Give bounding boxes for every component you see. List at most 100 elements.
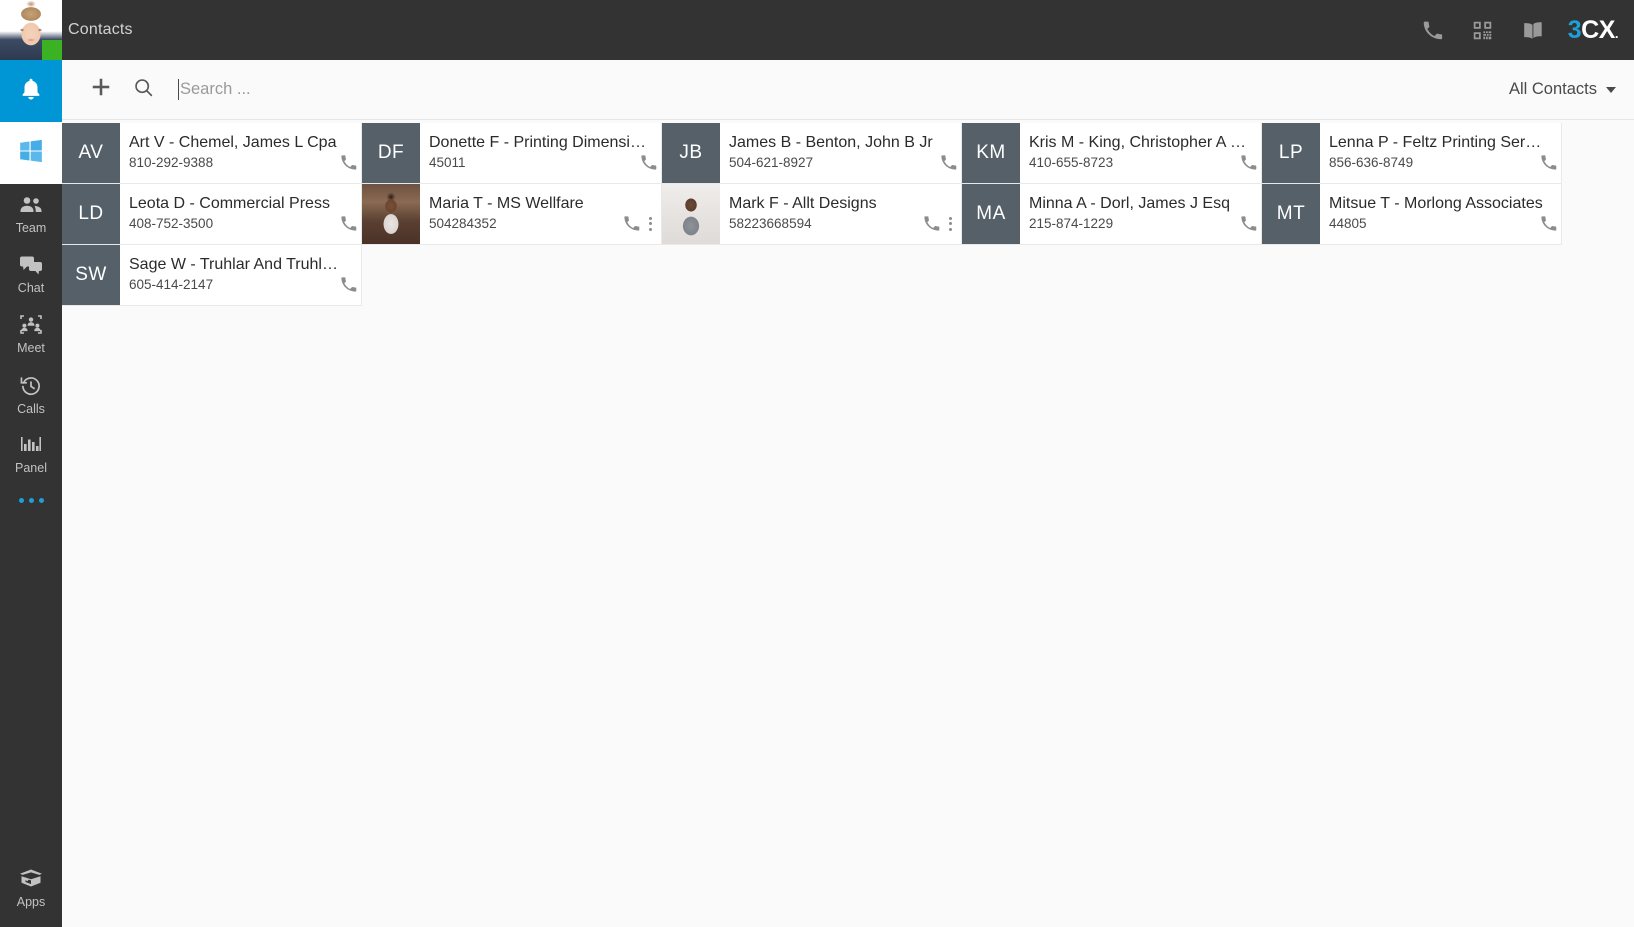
contact-card-body: Lenna P - Feltz Printing Ser… 856-636-874… xyxy=(1320,123,1561,183)
sidebar-item-label: Apps xyxy=(16,895,46,909)
sidebar-item-chat[interactable]: Chat xyxy=(0,244,62,304)
contact-card-body: Art V - Chemel, James L Cpa 810-292-9388 xyxy=(120,123,361,183)
contact-sub-row: 605-414-2147 xyxy=(129,275,357,295)
page-title: Contacts xyxy=(68,21,133,38)
contact-card-body: Maria T - MS Wellfare 504284352 xyxy=(420,184,661,244)
contact-card[interactable]: Maria T - MS Wellfare 504284352 xyxy=(362,184,662,245)
contacts-scroll-area[interactable]: AV Art V - Chemel, James L Cpa 810-292-938… xyxy=(62,120,1634,927)
sidebar-item-apps[interactable]: Apps xyxy=(0,868,62,927)
contact-name: Sage W - Truhlar And Truhl… xyxy=(129,256,338,274)
add-contact-button[interactable] xyxy=(80,69,122,111)
more-dots-icon[interactable] xyxy=(0,484,62,517)
contact-card-actions xyxy=(922,215,957,234)
top-bar: Contacts 3 CX. xyxy=(0,0,1634,60)
phone-icon[interactable] xyxy=(1418,15,1448,45)
call-phone-icon[interactable] xyxy=(339,276,357,294)
filter-label: All Contacts xyxy=(1508,80,1597,98)
qr-code-icon[interactable] xyxy=(1468,15,1498,45)
contact-number: 856-636-8749 xyxy=(1329,155,1414,171)
contact-card[interactable]: MA Minna A - Dorl, James J Esq 215-874-122… xyxy=(962,184,1262,245)
dot xyxy=(648,222,652,226)
plus-icon xyxy=(90,76,112,103)
3cx-logo: 3 CX. xyxy=(1568,16,1624,45)
top-bar-actions: 3 CX. xyxy=(1418,15,1634,45)
contact-name: Kris M - King, Christopher A … xyxy=(1029,134,1246,152)
call-phone-icon[interactable] xyxy=(922,215,940,233)
contact-number: 504-621-8927 xyxy=(729,155,814,171)
contact-card[interactable]: SW Sage W - Truhlar And Truhl… 605-414-214… xyxy=(62,245,362,306)
contact-avatar-photo xyxy=(662,184,720,244)
contact-card-body: James B - Benton, John B Jr 504-621-8927 xyxy=(720,123,961,183)
sidebar-item-panel[interactable]: Panel xyxy=(0,424,62,484)
contact-avatar-initials: LD xyxy=(62,184,120,244)
call-phone-icon[interactable] xyxy=(622,215,640,233)
contact-number: 58223668594 xyxy=(729,216,812,232)
user-profile-photo[interactable] xyxy=(0,0,62,60)
contact-number: 410-655-8723 xyxy=(1029,155,1114,171)
contact-more-menu-icon[interactable] xyxy=(943,215,957,233)
contact-card-actions xyxy=(339,154,357,173)
sidebar-item-notifications[interactable] xyxy=(0,60,62,122)
dot xyxy=(28,497,34,503)
contact-card[interactable]: LP Lenna P - Feltz Printing Ser… 856-636-8… xyxy=(1262,123,1562,184)
sidebar-item-windows[interactable] xyxy=(0,122,62,184)
contact-number: 215-874-1229 xyxy=(1029,216,1114,232)
contact-sub-row: 810-292-9388 xyxy=(129,153,357,173)
call-phone-icon[interactable] xyxy=(1539,154,1557,172)
contact-card-actions xyxy=(622,215,657,234)
contact-sub-row: 58223668594 xyxy=(729,214,957,234)
search-icon xyxy=(133,77,154,103)
search-input[interactable] xyxy=(180,80,600,99)
dot xyxy=(38,497,44,503)
contact-card[interactable]: AV Art V - Chemel, James L Cpa 810-292-938… xyxy=(62,123,362,184)
contact-number: 605-414-2147 xyxy=(129,277,214,293)
contact-number: 810-292-9388 xyxy=(129,155,214,171)
contact-card[interactable]: KM Kris M - King, Christopher A … 410-655-… xyxy=(962,123,1262,184)
contact-sub-row: 44805 xyxy=(1329,214,1557,234)
contact-card-body: Kris M - King, Christopher A … 410-655-87… xyxy=(1020,123,1261,183)
contact-name: Art V - Chemel, James L Cpa xyxy=(129,134,337,152)
contact-avatar-initials: SW xyxy=(62,245,120,305)
contact-number: 44805 xyxy=(1329,216,1367,232)
contact-sub-row: 45011 xyxy=(429,153,657,173)
contacts-toolbar: All Contacts xyxy=(62,60,1634,120)
contact-card[interactable]: LD Leota D - Commercial Press 408-752-3500 xyxy=(62,184,362,245)
dot xyxy=(948,227,952,231)
apps-box-icon xyxy=(18,868,44,893)
sidebar-item-team[interactable]: Team xyxy=(0,184,62,244)
contact-name: Minna A - Dorl, James J Esq xyxy=(1029,195,1230,213)
call-phone-icon[interactable] xyxy=(1239,154,1257,172)
contact-avatar-initials: KM xyxy=(962,123,1020,183)
contact-card-body: Minna A - Dorl, James J Esq 215-874-1229 xyxy=(1020,184,1261,244)
sidebar-item-calls[interactable]: Calls xyxy=(0,364,62,425)
dot xyxy=(648,227,652,231)
call-phone-icon[interactable] xyxy=(339,215,357,233)
call-phone-icon[interactable] xyxy=(1239,215,1257,233)
contact-card-body: Mark F - Allt Designs 58223668594 xyxy=(720,184,961,244)
logo-cx: CX xyxy=(1581,15,1615,44)
phonebook-icon[interactable] xyxy=(1518,15,1548,45)
sidebar-item-meet[interactable]: Meet xyxy=(0,303,62,364)
contacts-filter-dropdown[interactable]: All Contacts xyxy=(1505,80,1620,99)
contact-card[interactable]: Mark F - Allt Designs 58223668594 xyxy=(662,184,962,245)
chat-icon xyxy=(19,255,43,280)
contact-sub-row: 215-874-1229 xyxy=(1029,214,1257,234)
contact-name: Donette F - Printing Dimensi… xyxy=(429,134,646,152)
call-phone-icon[interactable] xyxy=(639,154,657,172)
contact-avatar-initials: LP xyxy=(1262,123,1320,183)
contact-name: Leota D - Commercial Press xyxy=(129,195,330,213)
contact-more-menu-icon[interactable] xyxy=(643,215,657,233)
sidebar-item-label: Team xyxy=(15,221,47,235)
search-field-wrapper[interactable] xyxy=(178,69,1505,111)
contact-card[interactable]: JB James B - Benton, John B Jr 504-621-892… xyxy=(662,123,962,184)
dot xyxy=(648,216,652,220)
contact-card[interactable]: MT Mitsue T - Morlong Associates 44805 xyxy=(1262,184,1562,245)
logo-dot: . xyxy=(1614,25,1619,41)
sidebar-item-label: Calls xyxy=(17,401,45,416)
contact-card[interactable]: DF Donette F - Printing Dimensi… 45011 xyxy=(362,123,662,184)
call-phone-icon[interactable] xyxy=(339,154,357,172)
contact-card-actions xyxy=(639,154,657,173)
search-button[interactable] xyxy=(122,69,164,111)
call-phone-icon[interactable] xyxy=(939,154,957,172)
call-phone-icon[interactable] xyxy=(1539,215,1557,233)
